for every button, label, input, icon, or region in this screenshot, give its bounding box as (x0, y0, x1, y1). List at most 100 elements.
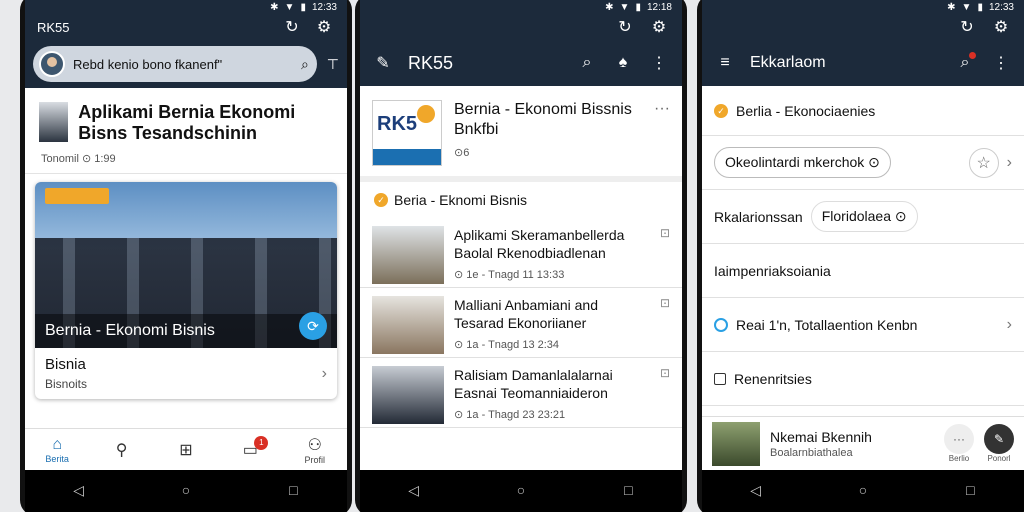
settings-icon[interactable]: ⚙ (313, 16, 335, 38)
chevron-right-icon[interactable]: › (1007, 316, 1012, 334)
more-vert-icon[interactable]: ⋮ (648, 52, 670, 74)
app-title: RK55 (37, 19, 70, 35)
menu-icon[interactable]: ≡ (714, 52, 736, 74)
list-item[interactable]: Rkalarionssan Floridolaea ⊙ (702, 190, 1024, 244)
bluetooth-icon: ✱ (270, 1, 279, 13)
player-btn1-label: Berlio (948, 454, 970, 463)
list-item[interactable]: Ralisiam Damanlalalarnai Easnai Teomanni… (360, 358, 682, 428)
refresh-icon[interactable]: ↻ (956, 16, 978, 38)
tab-label: Berita (45, 453, 69, 464)
section-title: Berlia - Ekonociaenies (736, 102, 876, 119)
list-item[interactable]: Renenritsies (702, 352, 1024, 406)
phone-3: ✱ ▼ ▮ 12:33 ↻ ⚙ ≡ Ekkarlaom ⌕ ⋮ ✓ Berlia… (697, 0, 1024, 512)
star-icon[interactable]: ☆ (968, 147, 999, 178)
app-bar: RK55 ↻ ⚙ (25, 14, 347, 40)
filter-icon[interactable]: ⊤ (327, 56, 339, 73)
clock: 12:33 (988, 1, 1014, 13)
tab-home[interactable]: ⌂ Berita (37, 436, 77, 464)
tab-grid[interactable]: ⊞ (166, 440, 206, 460)
notification-bell-icon[interactable]: ♠ (612, 52, 634, 74)
more-horiz-icon[interactable]: ··· (654, 100, 670, 166)
tab-inbox[interactable]: ▭ 1 (230, 435, 270, 460)
back-icon[interactable]: ◁ (59, 482, 99, 499)
toolbar: ✎ RK55 ⌕ ♠ ⋮ (360, 40, 682, 86)
screen-2: ✱ ▼ ▮ 12:18 ↻ ⚙ ✎ RK55 ⌕ ♠ ⋮ RK5 Bernia … (360, 0, 682, 512)
card-subtitle: Bisnoits (45, 377, 88, 391)
bluetooth-icon: ✱ (605, 1, 614, 13)
row-label: Reai 1'n, Totallaention Kenbn (736, 316, 918, 333)
featured-article[interactable]: RK5 Bernia - Ekonomi Bissnis Bnkfbi ⊙6 ·… (360, 86, 682, 176)
news-meta: ⊙ 1e - Tnagd 11 13:33 (454, 269, 565, 281)
list-item[interactable]: Malliani Anbamiani and Tesarad Ekonoriia… (360, 288, 682, 358)
news-thumbnail (372, 226, 444, 284)
app-title: Ekkarlaom (750, 54, 826, 71)
headline-thumbnail (39, 102, 69, 142)
news-title: Ralisiam Damanlalalarnai Easnai Teomanni… (454, 367, 613, 401)
share-icon[interactable]: ⟳ (299, 312, 327, 340)
settings-icon[interactable]: ⚙ (990, 16, 1012, 38)
tab-search[interactable]: ⚲ (102, 440, 142, 460)
news-card[interactable]: Bernia - Ekonomi Bisnis ⟳ Bisnia Bisnoit… (35, 182, 337, 399)
person-icon: ⚇ (307, 436, 322, 454)
home-button-icon[interactable]: ○ (166, 482, 206, 498)
list-item[interactable]: Aplikami Skeramanbellerda Baolal Rkenodb… (360, 218, 682, 288)
tab-profile[interactable]: ⚇ Profil (295, 435, 335, 465)
signal-icon: ▼ (961, 1, 972, 13)
clock: 12:33 (311, 1, 337, 13)
logo-text: RK5 (377, 113, 418, 135)
screen-1: ✱ ▼ ▮ 12:33 RK55 ↻ ⚙ Rebd kenio bono fka… (25, 0, 347, 512)
bookmark-icon[interactable]: ⊡ (660, 366, 670, 380)
topic-chip[interactable]: Okeolintardi mkerchok ⊙ (714, 147, 891, 178)
radio-icon[interactable] (714, 317, 728, 332)
mini-player[interactable]: Nkemai Bkennih Boalarnbiathalea ··· Berl… (702, 416, 1024, 470)
featured-title: Bernia - Ekonomi Bissnis Bnkfbi (454, 101, 632, 138)
back-icon[interactable]: ◁ (736, 482, 776, 499)
search-icon[interactable]: ⌕ (576, 52, 598, 74)
app-bar: ↻ ⚙ (702, 14, 1024, 40)
search-icon[interactable]: ⌕ (301, 56, 309, 73)
home-button-icon[interactable]: ○ (501, 482, 541, 498)
player-btn2-label: Ponorl (987, 454, 1011, 463)
checkbox[interactable] (714, 372, 726, 385)
recents-icon[interactable]: □ (608, 482, 648, 498)
card-footer[interactable]: Bisnia Bisnoits › (35, 348, 337, 399)
battery-icon: ▮ (977, 1, 983, 13)
player-thumbnail (712, 421, 760, 466)
search-input[interactable]: Rebd kenio bono fkanenf" ⌕ (33, 46, 317, 82)
bluetooth-icon: ✱ (947, 1, 956, 13)
edit-icon[interactable]: ✎ (984, 424, 1014, 454)
topic-chip[interactable]: Floridolaea ⊙ (810, 201, 918, 232)
phone-1: ✱ ▼ ▮ 12:33 RK55 ↻ ⚙ Rebd kenio bono fka… (20, 0, 352, 512)
home-icon: ⌂ (52, 435, 63, 453)
check-icon: ✓ (714, 103, 728, 118)
list-item[interactable]: Iaimpenriaksoiania (702, 244, 1024, 298)
row-label: Rkalarionssan (714, 208, 803, 225)
recents-icon[interactable]: □ (950, 482, 990, 498)
tab-label: Profil (304, 454, 325, 465)
list-item[interactable]: Reai 1'n, Totallaention Kenbn › (702, 298, 1024, 352)
home-button-icon[interactable]: ○ (843, 482, 883, 498)
status-bar: ✱ ▼ ▮ 12:33 (702, 0, 1024, 14)
more-vert-icon[interactable]: ⋮ (990, 52, 1012, 74)
more-horiz-icon[interactable]: ··· (944, 424, 974, 454)
news-thumbnail (372, 366, 444, 424)
bookmark-icon[interactable]: ⊡ (660, 296, 670, 310)
search-icon: ⚲ (115, 441, 128, 459)
row-label: Renenritsies (734, 370, 812, 387)
search-icon[interactable]: ⌕ (954, 52, 976, 74)
headline[interactable]: Aplikami Bernia Ekonomi Bisns Tesandschi… (25, 88, 347, 144)
list-item[interactable]: Okeolintardi mkerchok ⊙ ☆ › (702, 136, 1024, 190)
refresh-icon[interactable]: ↻ (281, 16, 303, 38)
notification-badge: 1 (254, 435, 269, 450)
recents-icon[interactable]: □ (273, 482, 313, 498)
back-icon[interactable]: ◁ (394, 482, 434, 499)
avatar[interactable] (39, 51, 65, 77)
chevron-right-icon[interactable]: › (322, 365, 327, 383)
refresh-icon[interactable]: ↻ (614, 16, 636, 38)
edit-icon[interactable]: ✎ (372, 52, 394, 74)
bookmark-icon[interactable]: ⊡ (660, 226, 670, 240)
news-meta: ⊙ 1a - Thagd 23 23:21 (454, 409, 566, 421)
chevron-right-icon[interactable]: › (1007, 154, 1012, 172)
row-label: Iaimpenriaksoiania (714, 262, 831, 279)
settings-icon[interactable]: ⚙ (648, 16, 670, 38)
